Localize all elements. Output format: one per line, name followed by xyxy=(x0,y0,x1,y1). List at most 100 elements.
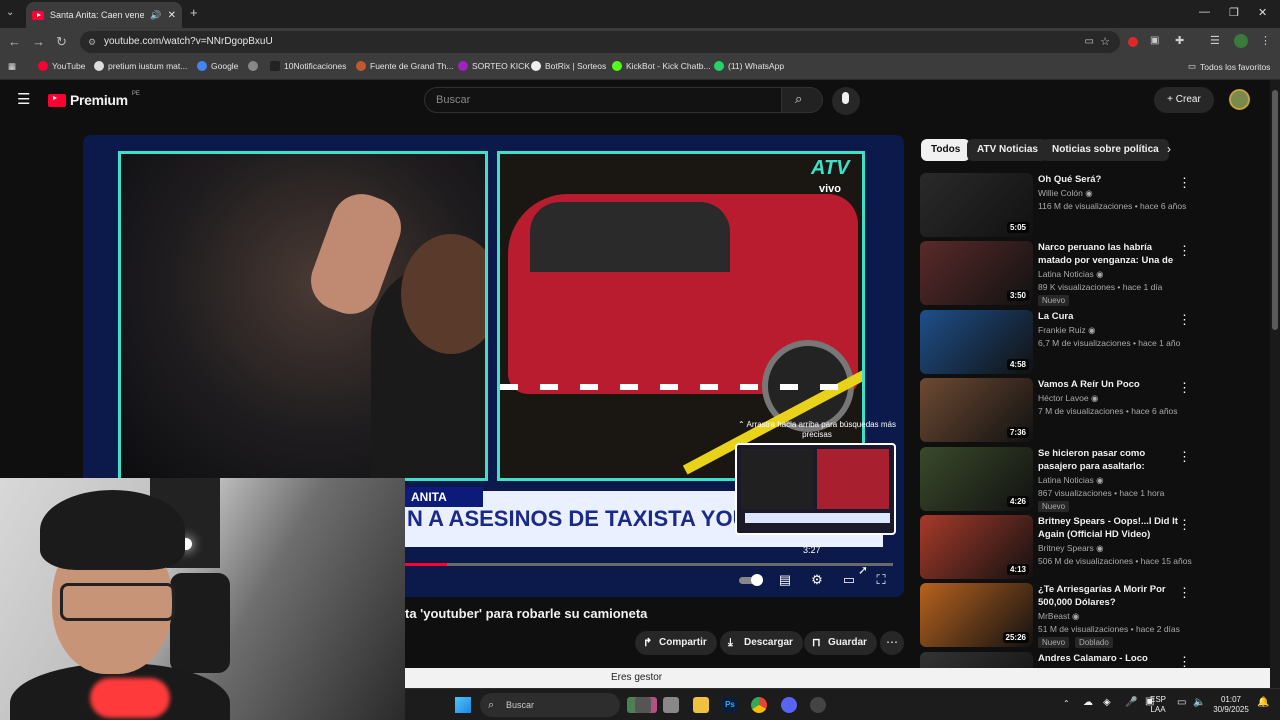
apps-grid-icon[interactable]: ▦ xyxy=(8,61,16,72)
minimize-icon[interactable]: — xyxy=(1199,6,1210,18)
save-button[interactable]: ⊓ Guardar xyxy=(804,631,877,655)
extension-red-icon[interactable] xyxy=(1128,37,1138,47)
video-thumbnail[interactable]: 7:36 xyxy=(920,378,1033,443)
chip-todos[interactable]: Todos xyxy=(921,139,971,161)
fullscreen-icon[interactable]: ⛶ xyxy=(872,571,890,589)
video-thumbnail[interactable]: 5:05 xyxy=(920,173,1033,237)
volume-icon[interactable]: 🔈 xyxy=(1193,698,1205,708)
video-thumbnail[interactable]: 4:13 xyxy=(920,515,1033,579)
profile-avatar[interactable] xyxy=(1234,34,1248,48)
recommendation-item[interactable]: 4:13 Britney Spears - Oops!...I Did It Ag… xyxy=(920,515,1270,579)
create-button[interactable]: + Crear xyxy=(1154,87,1214,113)
item-menu-icon[interactable]: ⋮ xyxy=(1178,380,1191,396)
account-avatar[interactable] xyxy=(1229,89,1250,110)
channel-name[interactable]: Latina Noticias ◉ xyxy=(1038,269,1104,280)
video-thumbnail[interactable]: 3:50 xyxy=(920,241,1033,306)
item-menu-icon[interactable]: ⋮ xyxy=(1178,449,1191,465)
taskbar-app-icon[interactable] xyxy=(663,697,679,713)
bookmark-google[interactable]: Google xyxy=(197,61,238,71)
recommendation-item[interactable]: 5:05 Oh Qué Será? Willie Colón ◉ 116 M de v… xyxy=(920,173,1270,237)
recommendation-item[interactable]: 4:58 La Cura Frankie Ruiz ◉ 6,7 M de visual… xyxy=(920,309,1270,374)
all-bookmarks-folder[interactable]: ▭ Todos los favoritos xyxy=(1188,61,1270,72)
network-icon[interactable]: ▭ xyxy=(1177,698,1186,708)
windows-start-icon[interactable] xyxy=(455,697,471,713)
browser-menu-icon[interactable]: ⋮ xyxy=(1260,34,1271,47)
page-scrollbar[interactable] xyxy=(1270,80,1280,688)
bookmark-gta[interactable]: Fuente de Grand Th... xyxy=(356,61,453,71)
task-view-icon[interactable] xyxy=(635,697,651,713)
recommendation-item[interactable]: 25:26 ¿Te Arriesgarías A Morir Por 500,00… xyxy=(920,583,1270,649)
bookmark-sorteo-kick[interactable]: SORTEO KICK xyxy=(458,61,530,71)
notifications-icon[interactable]: 🔔 xyxy=(1257,698,1269,708)
photoshop-icon[interactable]: Ps xyxy=(722,697,738,713)
audio-icon[interactable]: 🔊 xyxy=(150,10,161,21)
channel-name[interactable]: Britney Spears ◉ xyxy=(1038,543,1104,554)
download-button[interactable]: ⤓ Descargar xyxy=(720,631,803,655)
reload-icon[interactable]: ↻ xyxy=(56,34,67,50)
settings-gear-icon[interactable]: ⚙ xyxy=(808,571,826,589)
bookmark-whatsapp[interactable]: (11) WhatsApp xyxy=(714,61,784,71)
cast-icon[interactable]: ▭ xyxy=(1085,31,1094,53)
autoplay-toggle[interactable] xyxy=(739,571,765,589)
tray-chevron-icon[interactable]: ⌃ xyxy=(1063,699,1070,709)
recommendation-title[interactable]: Se hicieron pasar como pasajero para asa… xyxy=(1038,447,1178,473)
chip-atv-noticias[interactable]: ATV Noticias xyxy=(967,139,1048,161)
browser-tab[interactable]: Santa Anita: Caen venezola 🔊 ✕ xyxy=(26,2,182,28)
chips-next-icon[interactable]: › xyxy=(1167,142,1171,156)
recommendation-item[interactable]: 3:50 Narco peruano las habría matado por … xyxy=(920,241,1270,307)
recommendation-title[interactable]: Andres Calamaro - Loco xyxy=(1038,652,1178,665)
window-close-icon[interactable]: ✕ xyxy=(1258,6,1267,19)
recommendation-title[interactable]: ¿Te Arriesgarías A Morir Por 500,000 Dól… xyxy=(1038,583,1178,609)
tray-mic-icon[interactable]: 🎤 xyxy=(1125,698,1137,708)
more-actions-icon[interactable]: ⋯ xyxy=(880,631,904,655)
channel-name[interactable]: Latina Noticias ◉ xyxy=(1038,475,1104,486)
recommendation-title[interactable]: Britney Spears - Oops!...I Did It Again … xyxy=(1038,515,1178,541)
forward-icon[interactable]: → xyxy=(32,34,45,49)
subtitles-icon[interactable]: ▤ xyxy=(776,571,794,589)
theater-mode-icon[interactable]: ▭ xyxy=(840,571,858,589)
recommendation-title[interactable]: Narco peruano las habría matado por veng… xyxy=(1038,241,1178,267)
restore-icon[interactable]: ❐ xyxy=(1229,6,1239,19)
bookmark-pretium[interactable]: pretium iustum mat... xyxy=(94,61,187,71)
recommendation-title[interactable]: Oh Qué Será? xyxy=(1038,173,1178,186)
language-indicator[interactable]: ESP LAA xyxy=(1147,695,1169,715)
bookmark-youtube[interactable]: YouTube xyxy=(38,61,85,71)
taskbar-search[interactable]: ⌕ Buscar xyxy=(480,693,620,717)
taskbar-extra-icon[interactable] xyxy=(810,697,826,713)
tray-app-icon[interactable]: ◈ xyxy=(1103,698,1111,708)
extensions-puzzle-icon[interactable]: ✚ xyxy=(1175,34,1184,47)
bookmark-globe-icon[interactable] xyxy=(248,61,262,71)
video-thumbnail[interactable]: 4:26 xyxy=(920,446,1033,511)
search-button[interactable]: ⌕ xyxy=(781,87,823,113)
new-tab-icon[interactable]: + xyxy=(190,5,198,20)
clock[interactable]: 01:07 30/9/2025 xyxy=(1211,695,1251,715)
channel-name[interactable]: MrBeast ◉ xyxy=(1038,611,1079,622)
back-icon[interactable]: ← xyxy=(8,34,21,49)
item-menu-icon[interactable]: ⋮ xyxy=(1178,175,1191,191)
channel-name[interactable]: Frankie Ruiz ◉ xyxy=(1038,325,1096,336)
bookmark-10notificaciones[interactable]: 10Notificaciones xyxy=(270,61,346,71)
recommendation-item[interactable]: 7:36 Vamos A Reír Un Poco Héctor Lavoe ◉ 7 … xyxy=(920,378,1270,443)
youtube-logo[interactable]: Premium PE xyxy=(48,91,140,108)
recommendation-item[interactable]: 4:26 Se hicieron pasar como pasajero para… xyxy=(920,446,1270,512)
progress-bar[interactable] xyxy=(403,563,893,566)
share-button[interactable]: ↱ Compartir xyxy=(635,631,717,655)
file-explorer-icon[interactable] xyxy=(693,697,709,713)
recommendation-title[interactable]: La Cura xyxy=(1038,310,1178,323)
chip-noticias-politica[interactable]: Noticias sobre política xyxy=(1042,139,1169,161)
tab-close-icon[interactable]: ✕ xyxy=(168,10,176,21)
item-menu-icon[interactable]: ⋮ xyxy=(1178,243,1191,259)
address-bar[interactable]: ⚙ youtube.com/watch?v=NNrDgopBxuU ▭ ☆ xyxy=(80,31,1120,53)
onedrive-icon[interactable]: ☁ xyxy=(1083,698,1093,708)
recommendation-title[interactable]: Vamos A Reír Un Poco xyxy=(1038,378,1178,391)
discord-icon[interactable] xyxy=(781,697,797,713)
channel-name[interactable]: Willie Colón ◉ xyxy=(1038,188,1093,199)
site-info-icon[interactable]: ⚙ xyxy=(88,31,96,53)
reading-list-icon[interactable]: ☰ xyxy=(1210,34,1220,47)
search-input[interactable]: Buscar xyxy=(424,87,782,113)
extension-icon[interactable]: ▣ xyxy=(1150,35,1159,46)
channel-name[interactable]: Héctor Lavoe ◉ xyxy=(1038,393,1098,404)
bookmark-botrix[interactable]: BotRix | Sorteos xyxy=(531,61,606,71)
bookmark-kickbot[interactable]: KickBot - Kick Chatb... xyxy=(612,61,711,71)
bookmark-star-icon[interactable]: ☆ xyxy=(1100,31,1110,53)
